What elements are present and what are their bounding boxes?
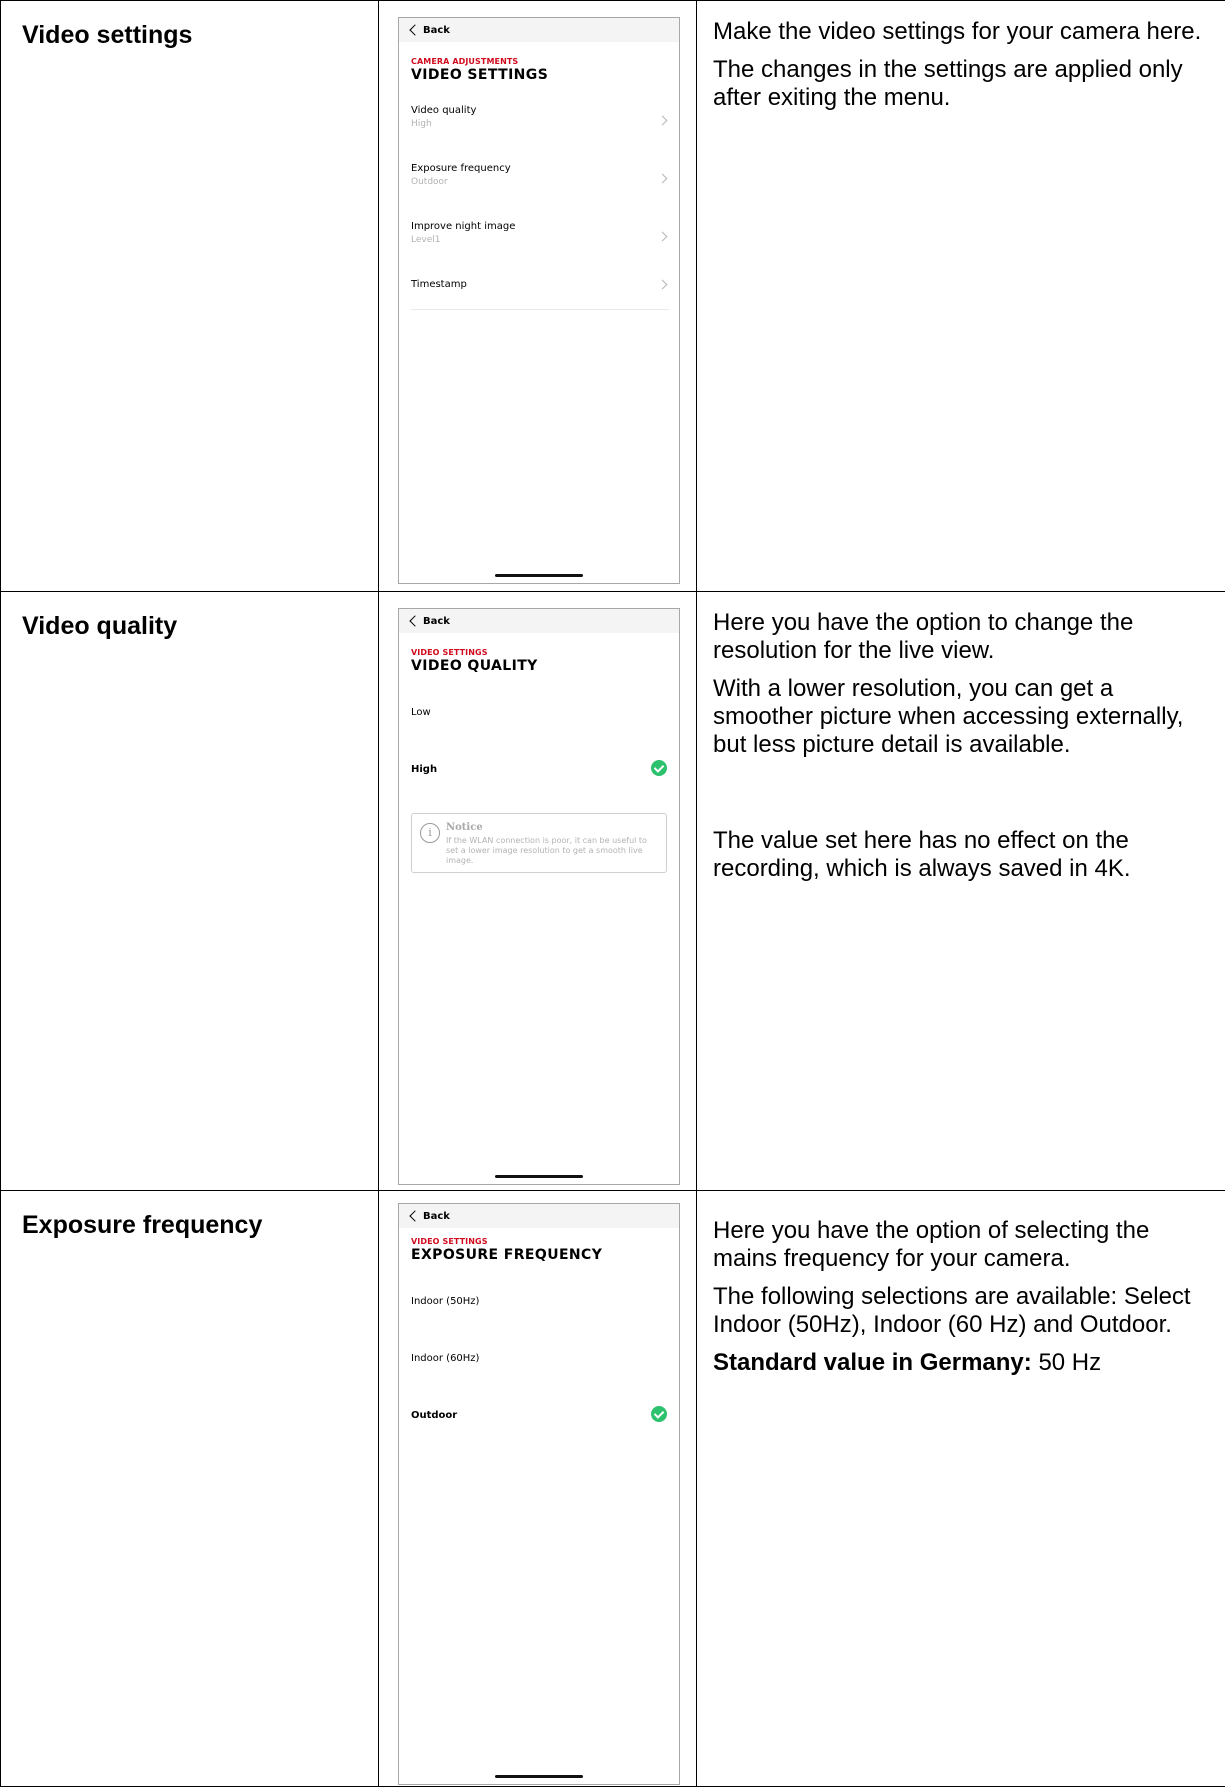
- back-button[interactable]: Back: [399, 1204, 679, 1228]
- standard-value: 50 Hz: [1038, 1349, 1102, 1376]
- menu-item-label: Timestamp: [411, 279, 467, 290]
- option-outdoor[interactable]: Outdoor: [399, 1406, 679, 1467]
- menu-item-value: High: [411, 119, 432, 129]
- description-paragraph: The changes in the settings are applied …: [713, 56, 1183, 111]
- description-paragraph: The following selections are available: …: [713, 1283, 1191, 1338]
- back-label: Back: [423, 615, 450, 627]
- menu-item-label: Exposure frequency: [411, 163, 511, 174]
- breadcrumb: VIDEO SETTINGS: [411, 648, 488, 657]
- option-indoor-50hz[interactable]: Indoor (50Hz): [399, 1296, 679, 1353]
- table-row: Exposure frequency Back VIDEO SETTINGS E…: [0, 1190, 1225, 1787]
- menu-item-value: Level1: [411, 235, 441, 245]
- phone-screenshot: Back CAMERA ADJUSTMENTS VIDEO SETTINGS V…: [398, 17, 680, 584]
- menu-item-label: Video quality: [411, 105, 477, 116]
- info-icon: i: [420, 823, 440, 843]
- option-label: High: [411, 764, 438, 775]
- check-circle-icon: [651, 1406, 667, 1422]
- notice-text: If the WLAN connection is poor, it can b…: [446, 836, 647, 865]
- option-list: Low High: [399, 707, 679, 821]
- description-paragraph: The value set here has no effect on the …: [713, 827, 1131, 882]
- description: Make the video settings for your camera …: [697, 1, 1225, 112]
- standard-value-line: Standard value in Germany: 50 Hz: [713, 1349, 1216, 1377]
- menu-item-value: Outdoor: [411, 177, 448, 187]
- menu-item-exposure-frequency[interactable]: Exposure frequency Outdoor: [399, 163, 679, 221]
- breadcrumb: VIDEO SETTINGS: [411, 1237, 488, 1246]
- option-label: Indoor (60Hz): [411, 1353, 480, 1364]
- back-label: Back: [423, 1210, 450, 1222]
- row-title: Video settings: [22, 21, 193, 49]
- option-low[interactable]: Low: [399, 707, 679, 764]
- option-indoor-60hz[interactable]: Indoor (60Hz): [399, 1353, 679, 1410]
- table-row: Video quality Back VIDEO SETTINGS VIDEO …: [0, 591, 1225, 1191]
- screen-title: VIDEO QUALITY: [411, 658, 538, 674]
- option-label: Indoor (50Hz): [411, 1296, 480, 1307]
- description: Here you have the option of selecting th…: [697, 1191, 1225, 1377]
- notice-box: i Notice If the WLAN connection is poor,…: [411, 813, 667, 873]
- description-paragraph: With a lower resolution, you can get a s…: [713, 675, 1184, 758]
- back-button[interactable]: Back: [399, 609, 679, 633]
- option-label: Low: [411, 707, 431, 718]
- notice-title: Notice: [446, 822, 483, 833]
- row-title: Video quality: [22, 612, 178, 640]
- settings-menu: Video quality High Exposure frequency Ou…: [399, 105, 679, 310]
- manual-table: Video settings Back CAMERA ADJUSTMENTS V…: [0, 0, 1225, 1787]
- row-title: Exposure frequency: [22, 1211, 263, 1239]
- back-button[interactable]: Back: [399, 18, 679, 42]
- description: Here you have the option to change the r…: [697, 592, 1225, 883]
- menu-item-improve-night-image[interactable]: Improve night image Level1: [399, 221, 679, 279]
- description-paragraph: Here you have the option to change the r…: [713, 609, 1134, 664]
- check-circle-icon: [651, 760, 667, 776]
- phone-screenshot: Back VIDEO SETTINGS VIDEO QUALITY Low Hi…: [398, 608, 680, 1185]
- back-label: Back: [423, 24, 450, 36]
- option-label: Outdoor: [411, 1410, 458, 1421]
- description-paragraph: Here you have the option of selecting th…: [713, 1217, 1150, 1272]
- divider: [411, 309, 669, 310]
- screen-title: EXPOSURE FREQUENCY: [411, 1247, 603, 1263]
- home-indicator: [495, 1775, 583, 1778]
- breadcrumb: CAMERA ADJUSTMENTS: [411, 57, 519, 66]
- chevron-left-icon: [409, 24, 421, 36]
- screen-title: VIDEO SETTINGS: [411, 67, 549, 83]
- menu-item-timestamp[interactable]: Timestamp: [399, 279, 679, 309]
- option-list: Indoor (50Hz) Indoor (60Hz) Outdoor: [399, 1296, 679, 1467]
- chevron-left-icon: [409, 615, 421, 627]
- menu-item-label: Improve night image: [411, 221, 516, 232]
- home-indicator: [495, 1175, 583, 1178]
- standard-value-label: Standard value in Germany:: [713, 1349, 1032, 1376]
- description-paragraph: Make the video settings for your camera …: [713, 18, 1202, 45]
- phone-screenshot: Back VIDEO SETTINGS EXPOSURE FREQUENCY I…: [398, 1203, 680, 1785]
- menu-item-video-quality[interactable]: Video quality High: [399, 105, 679, 163]
- table-row: Video settings Back CAMERA ADJUSTMENTS V…: [0, 0, 1225, 592]
- chevron-left-icon: [409, 1210, 421, 1222]
- home-indicator: [495, 574, 583, 577]
